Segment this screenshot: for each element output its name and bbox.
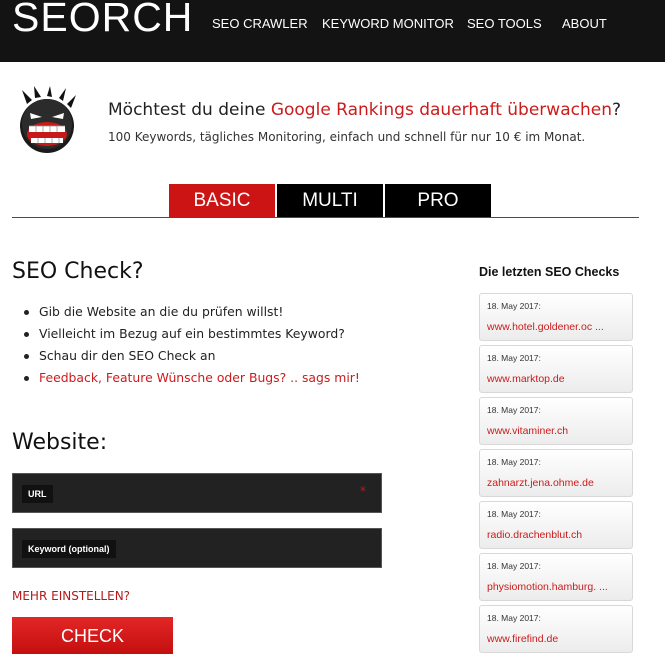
check-date: 18. May 2017: bbox=[487, 561, 541, 571]
check-date: 18. May 2017: bbox=[487, 457, 541, 467]
check-date: 18. May 2017: bbox=[487, 613, 541, 623]
keyword-field-label: Keyword (optional) bbox=[22, 540, 116, 558]
website-form-title: Website: bbox=[12, 430, 108, 455]
check-url-link[interactable]: www.firefind.de bbox=[487, 633, 558, 645]
nav-seo-tools[interactable]: SEO TOOLS bbox=[467, 16, 542, 31]
recent-check-item[interactable]: 18. May 2017: zahnarzt.jena.ohme.de bbox=[479, 449, 633, 497]
tab-multi[interactable]: MULTI bbox=[277, 184, 383, 217]
top-navigation-bar: SEORCH SEO CRAWLER KEYWORD MONITOR SEO T… bbox=[0, 0, 665, 62]
required-marker: * bbox=[360, 484, 366, 498]
promo-headline: Möchtest du deine Google Rankings dauerh… bbox=[108, 100, 621, 120]
promo-banner: Möchtest du deine Google Rankings dauerh… bbox=[14, 86, 654, 158]
seo-check-steps: Gib die Website an die du prüfen willst!… bbox=[24, 302, 360, 390]
promo-headline-prefix: Möchtest du deine bbox=[108, 100, 271, 120]
check-date: 18. May 2017: bbox=[487, 301, 541, 311]
promo-headline-link[interactable]: Google Rankings dauerhaft überwachen bbox=[271, 100, 612, 120]
nav-seo-crawler[interactable]: SEO CRAWLER bbox=[212, 16, 308, 31]
check-url-link[interactable]: www.marktop.de bbox=[487, 373, 565, 385]
angry-grinning-face-icon bbox=[20, 86, 76, 153]
recent-check-item[interactable]: 18. May 2017: physiomotion.hamburg. ... bbox=[479, 553, 633, 601]
recent-check-item[interactable]: 18. May 2017: www.marktop.de bbox=[479, 345, 633, 393]
step-item: Schau dir den SEO Check an bbox=[24, 346, 360, 368]
tab-underline-divider bbox=[12, 217, 639, 218]
nav-keyword-monitor[interactable]: KEYWORD MONITOR bbox=[322, 16, 454, 31]
recent-checks-title: Die letzten SEO Checks bbox=[479, 265, 620, 279]
check-url-link[interactable]: physiomotion.hamburg. ... bbox=[487, 581, 608, 593]
url-field-label: URL bbox=[22, 485, 53, 503]
recent-check-item[interactable]: 18. May 2017: www.hotel.goldener.oc ... bbox=[479, 293, 633, 341]
check-url-link[interactable]: radio.drachenblut.ch bbox=[487, 529, 582, 541]
check-button[interactable]: CHECK bbox=[12, 617, 173, 654]
nav-about[interactable]: ABOUT bbox=[562, 16, 607, 31]
feedback-link[interactable]: Feedback, Feature Wünsche oder Bugs? .. … bbox=[24, 368, 360, 390]
recent-check-item[interactable]: 18. May 2017: www.firefind.de bbox=[479, 605, 633, 653]
check-url-link[interactable]: www.hotel.goldener.oc ... bbox=[487, 321, 604, 333]
seo-check-title: SEO Check? bbox=[12, 259, 144, 284]
check-url-link[interactable]: www.vitaminer.ch bbox=[487, 425, 568, 437]
more-settings-link[interactable]: MEHR EINSTELLEN? bbox=[12, 589, 130, 603]
tab-pro[interactable]: PRO bbox=[385, 184, 491, 217]
promo-subline: 100 Keywords, tägliches Monitoring, einf… bbox=[108, 130, 586, 144]
url-field[interactable]: URL * bbox=[12, 473, 382, 513]
tab-basic[interactable]: BASIC bbox=[169, 184, 275, 217]
recent-check-item[interactable]: 18. May 2017: www.vitaminer.ch bbox=[479, 397, 633, 445]
check-date: 18. May 2017: bbox=[487, 353, 541, 363]
check-url-link[interactable]: zahnarzt.jena.ohme.de bbox=[487, 477, 594, 489]
site-logo[interactable]: SEORCH bbox=[12, 0, 193, 41]
step-item: Vielleicht im Bezug auf ein bestimmtes K… bbox=[24, 324, 360, 346]
step-item: Gib die Website an die du prüfen willst! bbox=[24, 302, 360, 324]
check-date: 18. May 2017: bbox=[487, 405, 541, 415]
promo-headline-suffix: ? bbox=[611, 100, 622, 120]
keyword-field[interactable]: Keyword (optional) bbox=[12, 528, 382, 568]
recent-check-item[interactable]: 18. May 2017: radio.drachenblut.ch bbox=[479, 501, 633, 549]
check-date: 18. May 2017: bbox=[487, 509, 541, 519]
